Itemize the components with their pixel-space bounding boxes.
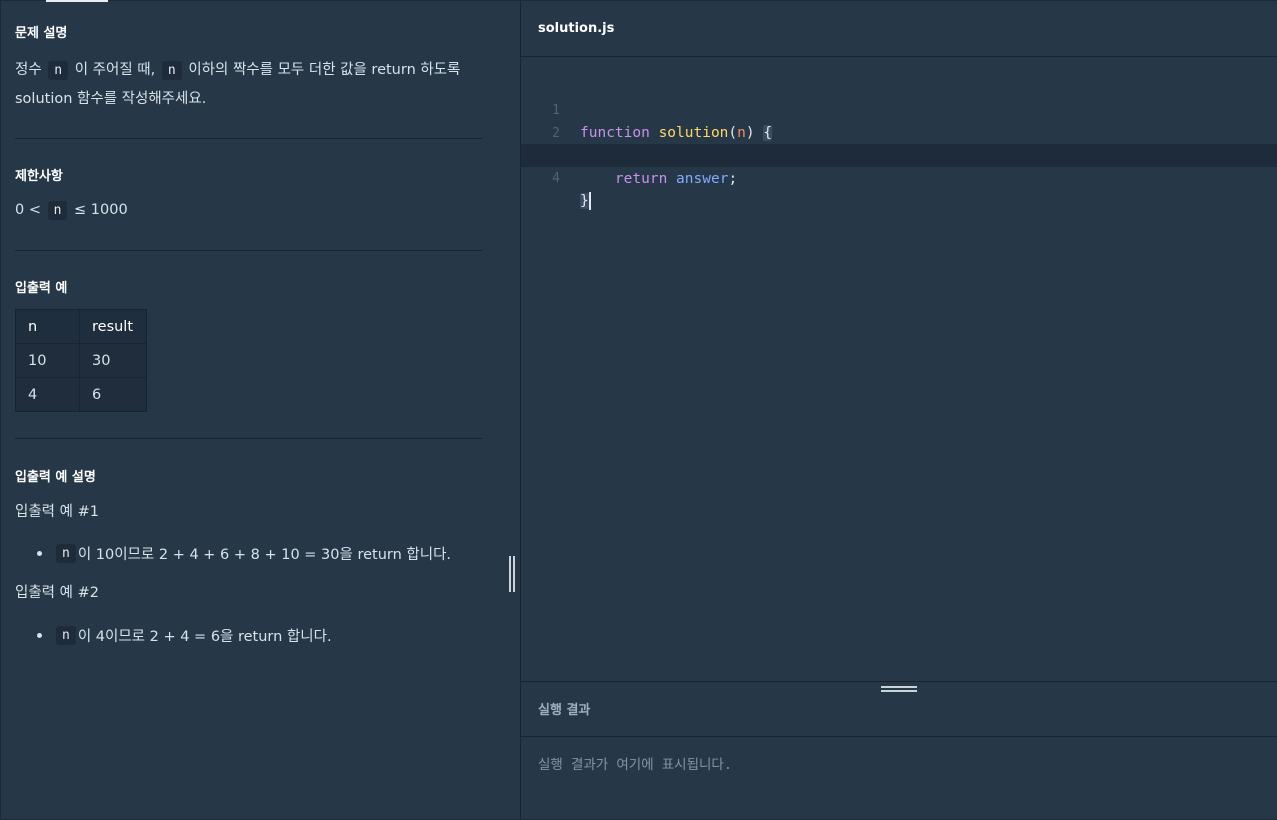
vertical-resize-handle[interactable]: [508, 556, 517, 592]
inline-code-n: n: [56, 544, 76, 563]
example-2-title: 입출력 예 #2: [15, 585, 99, 601]
description-line-2: solution 함수를 작성해주세요.: [15, 91, 207, 107]
code-editor[interactable]: 1 function solution(n) { 2 var answer = …: [521, 57, 1277, 681]
code-line: 1 function solution(n) {: [521, 76, 1277, 141]
result-panel-header: 실행 결과: [521, 681, 1277, 737]
example-1-title: 입출력 예 #1: [15, 504, 99, 520]
inline-code-n: n: [161, 61, 182, 80]
table-row: 10 30: [15, 343, 147, 378]
table-cell: 10: [15, 343, 80, 378]
result-title: 실행 결과: [538, 703, 591, 718]
result-output: 실행 결과가 여기에 표시됩니다.: [538, 757, 732, 773]
bullet-icon: [37, 633, 42, 638]
examples-title: 입출력 예: [15, 281, 68, 296]
description-title: 문제 설명: [15, 26, 68, 41]
table-header-row: n result: [15, 309, 147, 344]
inline-code-n: n: [56, 626, 76, 645]
problem-description-panel: 문제 설명 정수 n 이 주어질 때, n 이하의 짝수를 모두 더한 값을 r…: [1, 1, 520, 819]
list-item: n 이 4이므로 2 + 4 = 6을 return 합니다.: [37, 625, 332, 646]
table-cell: 4: [15, 377, 80, 412]
table-header-cell: result: [79, 309, 147, 344]
code-editor-panel: solution.js 1 function solution(n) { 2 v…: [520, 1, 1277, 819]
code-line: 2 var answer = 0;: [521, 99, 1277, 164]
examples-table: n result 10 30 4 6: [15, 309, 147, 412]
divider: [15, 250, 482, 251]
line-number: 4: [552, 171, 560, 186]
active-tab-indicator: [46, 0, 108, 2]
inline-code-n: n: [47, 201, 68, 220]
table-cell: 30: [79, 343, 147, 378]
code-line-active: 4 }: [521, 144, 1277, 210]
divider: [15, 138, 482, 139]
editor-header: solution.js: [521, 1, 1277, 57]
table-row: 4 6: [15, 377, 147, 412]
inline-code-n: n: [48, 61, 69, 80]
divider: [15, 438, 482, 439]
table-cell: 6: [79, 377, 147, 412]
explanation-title: 입출력 예 설명: [15, 470, 96, 485]
horizontal-resize-handle[interactable]: [881, 686, 917, 694]
constraints-title: 제한사항: [15, 169, 63, 184]
text-cursor: [588, 192, 591, 210]
table-header-cell: n: [15, 309, 80, 344]
code-line: 3 return answer;: [521, 122, 1277, 187]
description-line-1: 정수 n 이 주어질 때, n 이하의 짝수를 모두 더한 값을 return …: [15, 61, 461, 80]
editor-filename: solution.js: [538, 21, 615, 36]
constraint-item: 0 < n ≤ 1000: [15, 201, 128, 220]
list-item: n 이 10이므로 2 + 4 + 6 + 8 + 10 = 30을 retur…: [37, 543, 451, 564]
bullet-icon: [37, 551, 42, 556]
